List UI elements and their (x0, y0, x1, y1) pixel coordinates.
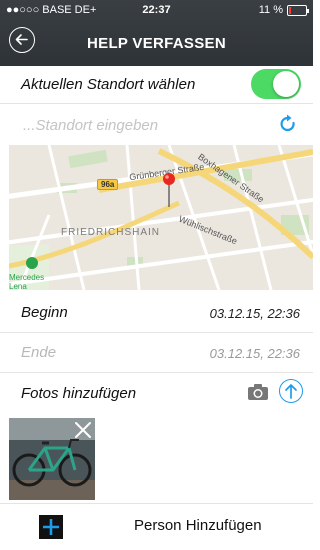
start-time-label: Beginn (21, 304, 68, 321)
camera-icon[interactable] (247, 383, 269, 401)
battery-percent: 11 % (258, 4, 283, 16)
start-time-value: 03.12.15, 22:36 (209, 306, 300, 321)
photo-thumbnail[interactable] (9, 418, 95, 500)
battery-icon (287, 5, 309, 16)
current-location-label: Aktuellen Standort wählen (21, 76, 196, 93)
end-time-row[interactable]: Ende 03.12.15, 22:36 (0, 333, 313, 373)
route-badge: 96a (97, 179, 119, 190)
add-person-label: Person Hinzufügen (134, 517, 262, 534)
plus-icon[interactable] (39, 515, 63, 539)
poi-label: Mercedes (9, 273, 45, 282)
upload-arrow-icon[interactable] (279, 379, 303, 403)
location-input-row (0, 104, 313, 145)
location-map[interactable]: Grünberger Straße Boxhagener Straße Wühl… (9, 145, 313, 290)
battery-level (289, 7, 291, 14)
refresh-icon[interactable] (279, 114, 297, 134)
current-location-row: Aktuellen Standort wählen (0, 66, 313, 104)
map-pin-icon (163, 173, 175, 207)
app-header: ●●○○○ BASE DE+ 22:37 11 % HELP VERFASSEN (0, 0, 313, 66)
start-time-row[interactable]: Beginn 03.12.15, 22:36 (0, 293, 313, 333)
status-bar: ●●○○○ BASE DE+ 22:37 11 % (0, 0, 313, 20)
end-time-label: Ende (21, 344, 57, 361)
poi-label: Lena (9, 282, 27, 290)
photos-label: Fotos hinzufügen (21, 385, 137, 402)
location-input[interactable] (21, 112, 265, 138)
district-label: FRIEDRICHSHAIN (61, 227, 161, 238)
photos-row: Fotos hinzufügen (0, 373, 313, 413)
page-title: HELP VERFASSEN (87, 35, 226, 52)
end-time-value: 03.12.15, 22:36 (209, 346, 300, 361)
current-location-toggle[interactable] (251, 69, 301, 99)
toggle-knob (273, 71, 299, 97)
shopping-poi-icon (26, 257, 38, 269)
close-icon[interactable] (74, 421, 92, 439)
add-person-row[interactable]: Person Hinzufügen (0, 503, 313, 549)
